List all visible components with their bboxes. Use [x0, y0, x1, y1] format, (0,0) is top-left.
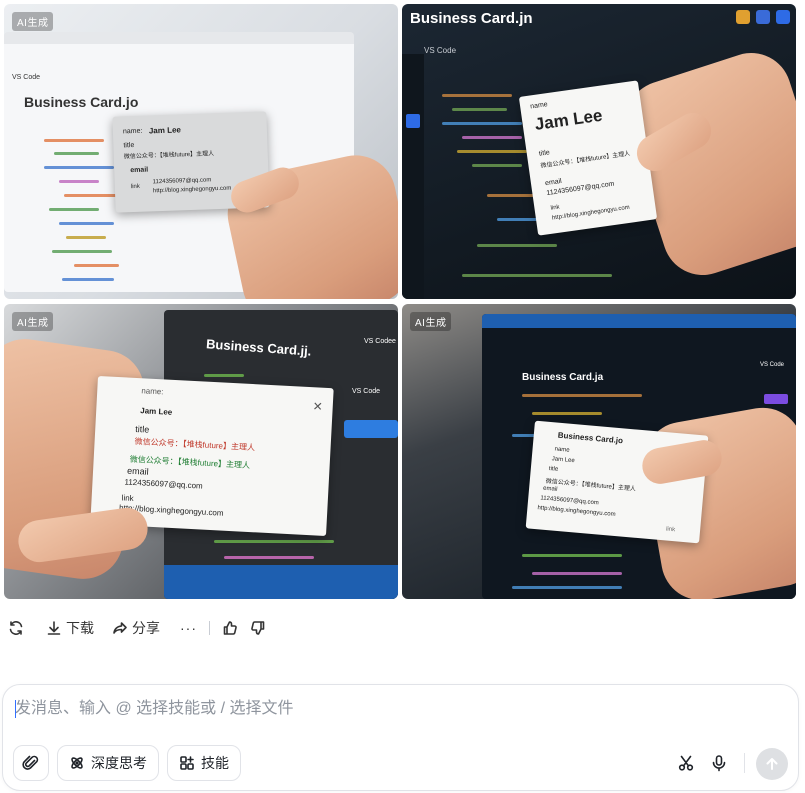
user-icon: [776, 10, 790, 24]
card-email-label: email: [130, 166, 149, 175]
card-email-label: email: [542, 485, 558, 493]
editor-title: Business Card.ja: [522, 372, 604, 383]
composer-divider: [744, 753, 745, 773]
card-name-value: Jam Lee: [140, 406, 173, 417]
card-link-value: http://blog.xinghegongyu.com: [551, 204, 631, 222]
generated-image-1[interactable]: VS Code Business Card.jo name: Jam Lee t…: [4, 4, 398, 299]
card-link-label: link: [121, 493, 134, 503]
share-label: 分享: [132, 620, 160, 636]
card-link-label: link: [665, 526, 676, 534]
color-app-icon: [736, 10, 750, 24]
generated-image-3[interactable]: Business Card.jj. VS Codee VS Code name:…: [4, 304, 398, 599]
ai-generated-badge: AI生成: [12, 312, 54, 331]
deep-think-label: 深度思考: [91, 755, 147, 771]
sidebar-text: VS Code: [352, 388, 381, 395]
download-label: 下载: [66, 620, 94, 636]
action-divider: [209, 621, 210, 635]
download-icon: [47, 621, 61, 635]
editor-menu-text: VS Code: [12, 74, 41, 81]
thumbs-down-icon: [251, 621, 265, 635]
paperclip-icon: [22, 755, 39, 770]
ai-generated-badge: AI生成: [410, 312, 452, 331]
skills-label: 技能: [201, 755, 229, 771]
card-title-value: 微信公众号：【堆栈future】主理人: [123, 151, 215, 161]
share-icon: [113, 622, 127, 634]
generated-image-grid: VS Code Business Card.jo name: Jam Lee t…: [4, 4, 798, 600]
card-title-label: title: [538, 149, 551, 158]
more-icon: ···: [180, 620, 197, 636]
editor-menu-text: VS Codee: [364, 338, 396, 345]
microphone-icon: [712, 755, 726, 772]
sidebar-active-item: [344, 420, 398, 438]
editor-menu-text: VS Code: [424, 46, 457, 55]
card-title-value: 微信公众号：【堆栈future】主理人: [134, 436, 256, 453]
card-name-value: Jam Lee: [533, 105, 604, 134]
scissors-icon: [678, 755, 694, 771]
attach-button[interactable]: [13, 745, 49, 781]
app-icon: [756, 10, 770, 24]
generated-image-2[interactable]: Business Card.jn VS Code name Jam Lee ti…: [402, 4, 796, 299]
card-name-label: name:: [141, 386, 164, 397]
activity-bar: [402, 54, 424, 299]
card-link-value: http://blog.xinghegongyu.com: [152, 185, 232, 195]
ai-generated-badge: AI生成: [12, 12, 54, 31]
atom-icon: [71, 757, 83, 769]
thumbs-up-icon: [223, 621, 237, 635]
editor-title: Business Card.jj.: [205, 336, 312, 359]
card-heading: Business Card.jo: [557, 430, 624, 446]
skills-button[interactable]: 技能: [167, 745, 241, 781]
message-composer: 深度思考 技能: [2, 684, 799, 791]
card-email-label: email: [544, 177, 563, 188]
card-close-icon: ✕: [312, 399, 324, 414]
share-button[interactable]: 分享: [112, 618, 160, 638]
card-title-label: title: [123, 141, 135, 150]
card-email-label: email: [126, 465, 149, 477]
scissors-button[interactable]: [674, 751, 698, 775]
text-caret: [15, 700, 16, 718]
card-title-value: 微信公众号：【堆栈future】主理人: [540, 151, 631, 170]
business-card: Business Card.jo name Jam Lee title 微信公众…: [525, 420, 709, 544]
sidebar-text: VS Code: [760, 362, 785, 368]
send-button[interactable]: [756, 748, 788, 780]
browser-bar: [482, 314, 796, 328]
download-button[interactable]: 下载: [46, 618, 94, 638]
card-title-value: 微信公众号：【堆栈future】主理人: [545, 478, 637, 493]
generated-image-4[interactable]: Business Card.ja VS Code Business Card.j…: [402, 304, 796, 599]
sidebar-badge: [764, 394, 788, 404]
card-title-label: title: [135, 423, 150, 435]
card-link-value: http://blog.xinghegongyu.com: [537, 505, 616, 518]
card-name-label: name:: [122, 127, 143, 136]
editor-title: Business Card.jo: [24, 94, 139, 110]
deep-think-button[interactable]: 深度思考: [57, 745, 159, 781]
business-card: name Jam Lee title 微信公众号：【堆栈future】主理人 e…: [518, 80, 658, 236]
message-input[interactable]: [15, 697, 715, 721]
card-name-label: name: [529, 101, 549, 111]
message-actions: 下载 分享 ···: [8, 616, 266, 640]
activity-icon-active: [406, 114, 420, 128]
regenerate-button[interactable]: [8, 620, 24, 636]
apps-icon: [180, 756, 194, 770]
like-button[interactable]: [222, 620, 238, 636]
card-link-label: link: [550, 204, 561, 212]
card-email-value: 1124356097@qq.com: [124, 477, 203, 491]
card-name-value: Jam Lee: [148, 125, 182, 136]
status-bar: [164, 565, 398, 599]
card-name-label: name: [554, 446, 570, 454]
card-email-value: 1124356097@qq.com: [152, 177, 212, 186]
editor-title: Business Card.jn: [410, 10, 533, 27]
card-title-label: title: [548, 466, 559, 473]
refresh-icon: [9, 621, 23, 635]
dislike-button[interactable]: [250, 620, 266, 636]
card-name-value: Jam Lee: [551, 456, 575, 465]
arrow-up-icon: [766, 758, 778, 770]
card-link-label: link: [130, 183, 140, 191]
card-email-value: 1124356097@qq.com: [540, 495, 600, 507]
voice-input-button[interactable]: [707, 751, 731, 775]
more-button[interactable]: ···: [180, 620, 197, 636]
